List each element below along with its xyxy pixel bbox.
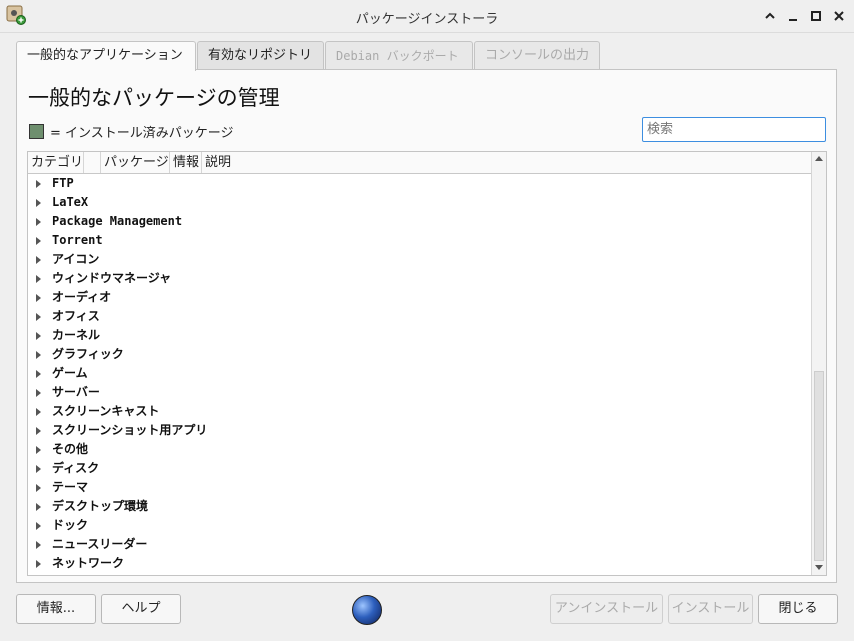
tab-active-repositories[interactable]: 有効なリポジトリ bbox=[197, 41, 324, 69]
tree-row[interactable]: スクリーンキャスト bbox=[28, 402, 812, 421]
category-label: その他 bbox=[52, 442, 89, 456]
expand-arrow-icon[interactable] bbox=[36, 275, 41, 283]
tree-row[interactable]: ネットワーク bbox=[28, 554, 812, 573]
scroll-track[interactable] bbox=[814, 166, 824, 561]
tree-row[interactable]: ゲーム bbox=[28, 364, 812, 383]
category-label: LaTeX bbox=[52, 195, 89, 209]
main-panel: 一般的なパッケージの管理 = インストール済みパッケージ カテゴリ パッケージ … bbox=[16, 69, 837, 583]
column-category[interactable]: カテゴリ bbox=[28, 152, 84, 173]
tree-row[interactable]: アイコン bbox=[28, 250, 812, 269]
scroll-up-icon[interactable] bbox=[815, 156, 823, 161]
tree-header: カテゴリ パッケージ 情報 説明 bbox=[28, 152, 812, 174]
search-input[interactable] bbox=[642, 117, 826, 142]
scroll-down-icon[interactable] bbox=[815, 565, 823, 570]
expand-arrow-icon[interactable] bbox=[36, 351, 41, 359]
category-label: スクリーンキャスト bbox=[52, 404, 160, 418]
category-label: ネットワーク bbox=[52, 556, 125, 570]
expand-arrow-icon[interactable] bbox=[36, 180, 41, 188]
tree-row[interactable]: ディスク bbox=[28, 459, 812, 478]
column-package[interactable]: パッケージ bbox=[101, 152, 170, 173]
category-tree[interactable]: カテゴリ パッケージ 情報 説明 FTP LaTeX Package Managem… bbox=[27, 151, 827, 576]
category-label: ニュースリーダー bbox=[52, 537, 148, 551]
install-button[interactable]: インストール bbox=[668, 594, 753, 624]
expand-arrow-icon[interactable] bbox=[36, 370, 41, 378]
tree-row[interactable]: ウィンドウマネージャ bbox=[28, 269, 812, 288]
tab-console-output[interactable]: コンソールの出力 bbox=[474, 41, 600, 69]
category-label: グラフィック bbox=[52, 347, 124, 361]
tree-row[interactable]: スクリーンショット用アプリ bbox=[28, 421, 812, 440]
expand-arrow-icon[interactable] bbox=[36, 446, 41, 454]
expand-arrow-icon[interactable] bbox=[36, 484, 41, 492]
category-label: テーマ bbox=[52, 480, 89, 494]
uninstall-button[interactable]: アンインストール bbox=[550, 594, 663, 624]
category-label: サーバー bbox=[52, 385, 100, 399]
category-label: デスクトップ環境 bbox=[52, 499, 149, 513]
maximize-icon[interactable] bbox=[806, 6, 826, 26]
tree-row[interactable]: サーバー bbox=[28, 383, 812, 402]
tree-row[interactable]: ドック bbox=[28, 516, 812, 535]
tree-row[interactable]: カーネル bbox=[28, 326, 812, 345]
expand-arrow-icon[interactable] bbox=[36, 427, 41, 435]
expand-arrow-icon[interactable] bbox=[36, 503, 41, 511]
category-label: オフィス bbox=[52, 309, 100, 323]
globe-icon bbox=[352, 595, 382, 625]
installed-legend: = インストール済みパッケージ bbox=[29, 123, 234, 141]
tab-debian-backports[interactable]: Debian バックポート bbox=[325, 41, 473, 69]
expand-arrow-icon[interactable] bbox=[36, 256, 41, 264]
tree-row[interactable]: グラフィック bbox=[28, 345, 812, 364]
category-label: ディスク bbox=[52, 461, 100, 475]
installed-color-swatch bbox=[29, 123, 44, 139]
expand-arrow-icon[interactable] bbox=[36, 389, 41, 397]
category-label: アイコン bbox=[52, 252, 100, 266]
category-label: ゲーム bbox=[52, 366, 88, 380]
legend-label: = インストール済みパッケージ bbox=[50, 125, 234, 141]
chevron-up-icon[interactable] bbox=[760, 6, 780, 26]
category-label: Package Management bbox=[52, 214, 183, 228]
category-label: ウィンドウマネージャ bbox=[52, 271, 172, 285]
expand-arrow-icon[interactable] bbox=[36, 332, 41, 340]
window-title: パッケージインストーラ bbox=[355, 12, 499, 27]
category-label: カーネル bbox=[52, 328, 101, 342]
tree-row[interactable]: ニュースリーダー bbox=[28, 535, 812, 554]
expand-arrow-icon[interactable] bbox=[36, 237, 41, 245]
help-button[interactable]: ヘルプ bbox=[101, 594, 181, 624]
expand-arrow-icon[interactable] bbox=[36, 541, 41, 549]
expand-arrow-icon[interactable] bbox=[36, 465, 41, 473]
category-label: Torrent bbox=[52, 233, 103, 247]
tree-row[interactable]: デスクトップ環境 bbox=[28, 497, 812, 516]
expand-arrow-icon[interactable] bbox=[36, 313, 41, 321]
expand-arrow-icon[interactable] bbox=[36, 218, 41, 226]
close-icon[interactable] bbox=[829, 6, 849, 26]
tree-row[interactable]: FTP bbox=[28, 174, 812, 193]
category-label: スクリーンショット用アプリ bbox=[52, 423, 208, 437]
column-info[interactable]: 情報 bbox=[170, 152, 202, 173]
page-title: 一般的なパッケージの管理 bbox=[28, 86, 280, 110]
tree-row[interactable]: Torrent bbox=[28, 231, 812, 250]
close-button[interactable]: 閉じる bbox=[758, 594, 838, 624]
scroll-thumb[interactable] bbox=[814, 371, 824, 561]
minimize-icon[interactable] bbox=[783, 6, 803, 26]
column-description[interactable]: 説明 bbox=[202, 152, 812, 173]
tree-row[interactable]: LaTeX bbox=[28, 193, 812, 212]
expand-arrow-icon[interactable] bbox=[36, 294, 41, 302]
expand-arrow-icon[interactable] bbox=[36, 199, 41, 207]
vertical-scrollbar[interactable] bbox=[811, 152, 826, 575]
expand-arrow-icon[interactable] bbox=[36, 560, 41, 568]
tree-row[interactable]: その他 bbox=[28, 440, 812, 459]
tree-row[interactable]: テーマ bbox=[28, 478, 812, 497]
tree-row[interactable]: Package Management bbox=[28, 212, 812, 231]
info-button[interactable]: 情報... bbox=[16, 594, 96, 624]
tree-rows: FTP LaTeX Package Management Torrent アイコンウィン… bbox=[28, 174, 812, 573]
tab-general-applications[interactable]: 一般的なアプリケーション bbox=[16, 41, 196, 71]
column-status[interactable] bbox=[84, 152, 101, 173]
tree-row[interactable]: オフィス bbox=[28, 307, 812, 326]
expand-arrow-icon[interactable] bbox=[36, 522, 41, 530]
category-label: FTP bbox=[52, 176, 74, 190]
title-bar: パッケージインストーラ bbox=[0, 0, 854, 33]
expand-arrow-icon[interactable] bbox=[36, 408, 41, 416]
tree-row[interactable]: オーディオ bbox=[28, 288, 812, 307]
category-label: ドック bbox=[52, 518, 89, 532]
category-label: オーディオ bbox=[52, 290, 112, 304]
